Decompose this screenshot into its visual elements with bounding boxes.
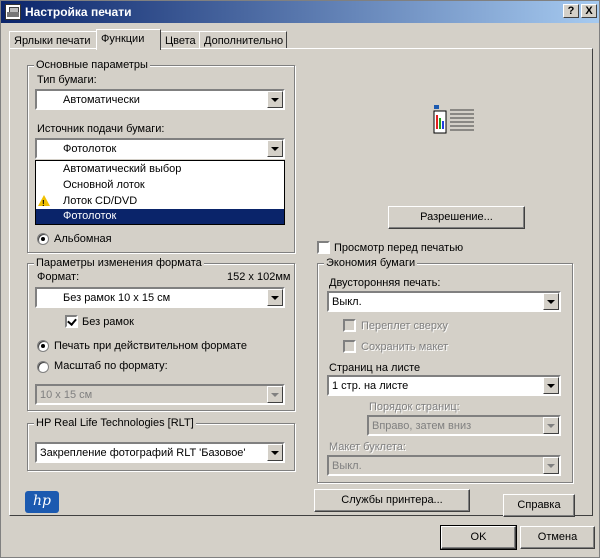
borderless-checkbox[interactable]	[65, 315, 78, 328]
printer-icon	[5, 4, 21, 20]
title-bar[interactable]: Настройка печати ? X	[1, 1, 599, 23]
printer-services-button[interactable]: Службы принтера...	[314, 489, 470, 512]
tab-color[interactable]: Цвета	[160, 31, 200, 49]
print-preview-label: Просмотр перед печатью	[334, 242, 464, 254]
format-label: Формат:	[37, 271, 80, 283]
chevron-down-icon[interactable]	[543, 293, 559, 310]
print-preview-checkbox[interactable]	[317, 241, 330, 254]
paper-source-label: Источник подачи бумаги:	[37, 123, 165, 135]
help-title-button[interactable]: ?	[563, 4, 579, 18]
close-button[interactable]: X	[581, 4, 597, 18]
rlt-select[interactable]: Закрепление фотографий RLT 'Базовое'	[35, 442, 285, 463]
page-order-select[interactable]: Вправо, затем вниз	[367, 415, 561, 436]
booklet-select[interactable]: Выкл.	[327, 455, 561, 476]
warning-icon	[38, 195, 50, 211]
chevron-down-icon[interactable]	[267, 289, 283, 306]
resolution-button[interactable]: Разрешение...	[388, 206, 525, 229]
duplex-value: Выкл.	[332, 296, 362, 308]
basic-options-legend: Основные параметры	[34, 59, 150, 71]
pages-per-sheet-select[interactable]: 1 стр. на листе	[327, 375, 561, 396]
landscape-radio[interactable]	[37, 233, 49, 245]
flip-top-checkbox[interactable]	[343, 319, 356, 332]
keep-layout-label: Сохранить макет	[361, 341, 449, 353]
tab-print-shortcuts[interactable]: Ярлыки печати	[9, 31, 97, 49]
print-actual-size-label: Печать при действительном формате	[54, 340, 247, 352]
scale-value: 10 x 15 см	[40, 389, 93, 401]
chevron-down-icon[interactable]	[267, 444, 283, 461]
paper-type-value: Автоматически	[63, 94, 140, 106]
chevron-down-icon[interactable]	[543, 417, 559, 434]
paper-type-label: Тип бумаги:	[37, 74, 97, 86]
landscape-label: Альбомная	[54, 233, 112, 245]
cd-tray-label: Лоток CD/DVD	[63, 195, 138, 207]
scale-select[interactable]: 10 x 15 см	[35, 384, 285, 405]
help-button[interactable]: Справка	[503, 494, 575, 517]
chevron-down-icon[interactable]	[267, 91, 283, 108]
rlt-legend: HP Real Life Technologies [RLT]	[34, 417, 196, 429]
page-order-label: Порядок страниц:	[369, 401, 460, 413]
chevron-down-icon[interactable]	[267, 386, 283, 403]
rlt-value: Закрепление фотографий RLT 'Базовое'	[40, 447, 246, 459]
pages-per-sheet-value: 1 стр. на листе	[332, 380, 409, 392]
keep-layout-checkbox[interactable]	[343, 340, 356, 353]
scale-to-fit-radio[interactable]	[37, 361, 49, 373]
paper-type-select[interactable]: Автоматически	[35, 89, 285, 110]
dropdown-option-cd-tray[interactable]: Лоток CD/DVD	[36, 194, 284, 211]
chevron-down-icon[interactable]	[267, 140, 283, 157]
duplex-label: Двусторонняя печать:	[329, 277, 441, 289]
pages-per-sheet-label: Страниц на листе	[329, 362, 421, 374]
chevron-down-icon[interactable]	[543, 377, 559, 394]
borderless-label: Без рамок	[82, 316, 134, 328]
hp-logo: hp	[25, 491, 59, 513]
ok-button[interactable]: OK	[440, 525, 517, 550]
format-value: Без рамок 10 x 15 см	[63, 292, 171, 304]
tab-features[interactable]: Функции	[96, 29, 161, 50]
page-order-value: Вправо, затем вниз	[372, 420, 472, 432]
chevron-down-icon[interactable]	[543, 457, 559, 474]
duplex-select[interactable]: Выкл.	[327, 291, 561, 312]
dropdown-option-photo-tray[interactable]: Фотолоток	[36, 209, 284, 224]
print-actual-size-radio[interactable]	[37, 340, 49, 352]
paper-economy-legend: Экономия бумаги	[324, 257, 418, 269]
paper-source-dropdown: Автоматический выбор Основной лоток Лото…	[35, 160, 285, 225]
tab-advanced[interactable]: Дополнительно	[199, 31, 287, 49]
booklet-value: Выкл.	[332, 460, 362, 472]
print-settings-window: Настройка печати ? X Ярлыки печати Функц…	[0, 0, 600, 558]
dropdown-option-main-tray[interactable]: Основной лоток	[36, 178, 284, 193]
flip-top-label: Переплет сверху	[361, 320, 448, 332]
booklet-label: Макет буклета:	[329, 441, 406, 453]
paper-source-value: Фотолоток	[63, 143, 117, 155]
format-select[interactable]: Без рамок 10 x 15 см	[35, 287, 285, 308]
page-layout-icon	[433, 105, 474, 134]
paper-source-select[interactable]: Фотолоток	[35, 138, 285, 159]
format-size: 152 x 102мм	[227, 271, 291, 283]
scale-to-fit-label: Масштаб по формату:	[54, 360, 168, 372]
dropdown-option-auto[interactable]: Автоматический выбор	[36, 162, 284, 177]
cancel-button[interactable]: Отмена	[520, 526, 595, 549]
window-title: Настройка печати	[25, 5, 132, 19]
resize-options-legend: Параметры изменения формата	[34, 257, 204, 269]
